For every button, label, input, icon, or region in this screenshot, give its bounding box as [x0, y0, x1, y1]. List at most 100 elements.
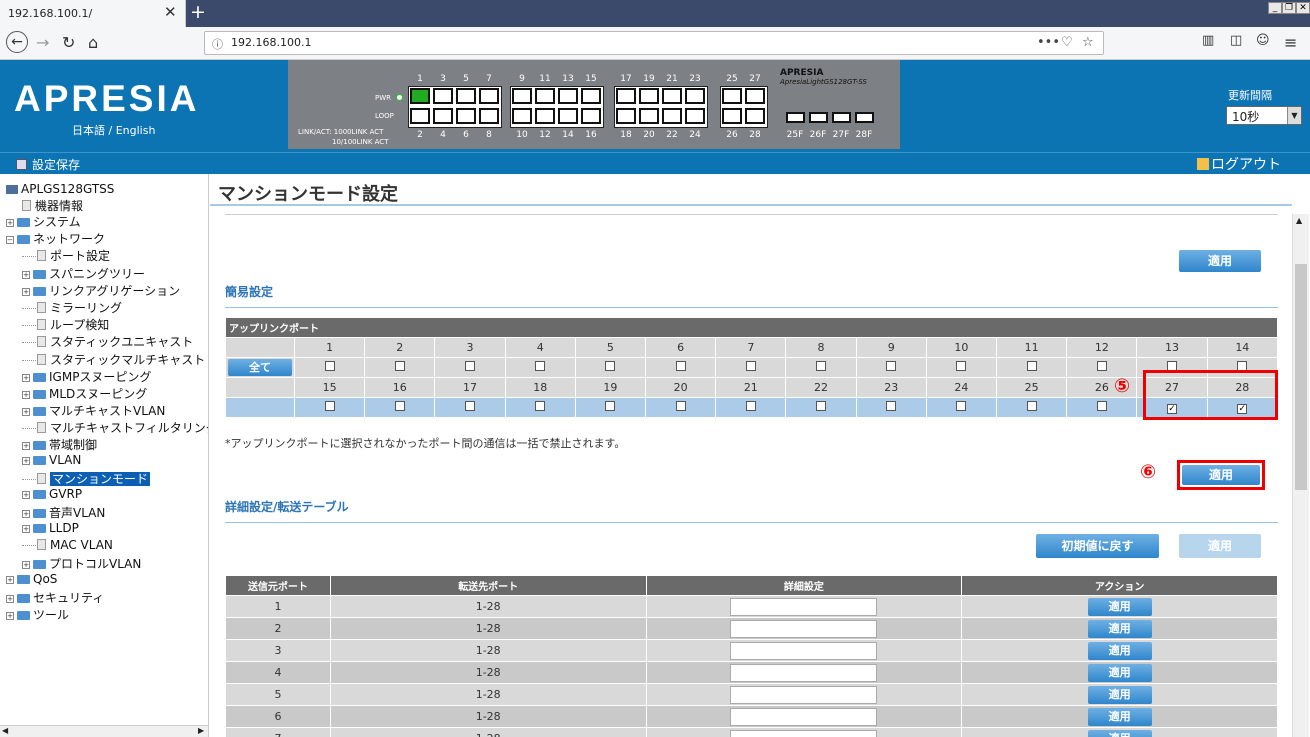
port-icon[interactable]: [479, 88, 499, 104]
sfp-port-icon[interactable]: [832, 112, 851, 123]
expand-icon[interactable]: +: [22, 408, 30, 416]
home-icon[interactable]: ⌂: [88, 33, 98, 52]
expand-icon[interactable]: +: [22, 374, 30, 382]
sidebar-item[interactable]: スタティックマルチキャスト: [22, 351, 205, 368]
port-checkbox[interactable]: [535, 361, 546, 371]
expand-icon[interactable]: +: [6, 219, 14, 227]
restore-icon[interactable]: ❐: [1282, 2, 1296, 14]
url-bar[interactable]: ⓘ 192.168.100.1 ••• ♡ ☆: [204, 31, 1104, 55]
sidebar-item[interactable]: + LLDP: [22, 521, 79, 535]
port-icon[interactable]: [639, 108, 659, 124]
sfp-port-icon[interactable]: [786, 112, 805, 123]
sidebar-item[interactable]: + スパニングツリー: [22, 265, 145, 282]
port-icon[interactable]: [512, 108, 532, 124]
port-checkbox[interactable]: [1096, 361, 1107, 371]
port-checkbox[interactable]: [675, 401, 686, 411]
port-icon[interactable]: [581, 88, 601, 104]
scroll-right-icon[interactable]: ▶: [198, 726, 204, 735]
expand-icon[interactable]: +: [22, 442, 30, 450]
back-icon[interactable]: ←: [6, 31, 28, 53]
sidebar-item[interactable]: スタティックユニキャスト: [22, 333, 193, 350]
sidebar-item[interactable]: + IGMPスヌーピング: [22, 368, 151, 385]
sidebar-item[interactable]: + QoS: [6, 572, 57, 586]
port-icon[interactable]: [685, 108, 705, 124]
expand-icon[interactable]: +: [22, 525, 30, 533]
row-apply-button[interactable]: 適用: [1087, 597, 1152, 616]
refresh-interval-select[interactable]: 10秒 ▼: [1226, 106, 1302, 125]
sidebar-item[interactable]: − ネットワーク: [6, 230, 105, 247]
expand-icon[interactable]: +: [6, 612, 14, 620]
port-checkbox[interactable]: [605, 361, 616, 371]
port-checkbox[interactable]: [675, 361, 686, 371]
reload-icon[interactable]: ↻: [62, 33, 75, 52]
port-checkbox[interactable]: [324, 361, 335, 371]
port-icon[interactable]: [662, 108, 682, 124]
sidebar-item[interactable]: APLGS128GTSS: [6, 182, 114, 196]
port-checkbox[interactable]: [745, 361, 756, 371]
sidebar-item[interactable]: ミラーリング: [22, 299, 122, 316]
scroll-thumb[interactable]: [1295, 264, 1307, 490]
port-checkbox[interactable]: [956, 401, 967, 411]
sidebar-item[interactable]: + ツール: [6, 606, 69, 623]
port-icon[interactable]: [616, 108, 636, 124]
new-tab-icon[interactable]: +: [190, 1, 206, 23]
pocket-icon[interactable]: ♡: [1061, 35, 1073, 50]
port-checkbox[interactable]: [886, 401, 897, 411]
port-icon[interactable]: [535, 108, 555, 124]
detail-input[interactable]: [730, 729, 878, 737]
detail-input[interactable]: [730, 597, 878, 616]
collapse-icon[interactable]: −: [6, 236, 14, 244]
row-apply-button[interactable]: 適用: [1087, 619, 1152, 638]
port-icon[interactable]: [479, 108, 499, 124]
main-vscrollbar[interactable]: ▲: [1292, 214, 1309, 737]
expand-icon[interactable]: +: [22, 510, 30, 518]
scroll-up-icon[interactable]: ▲: [1296, 216, 1302, 225]
expand-icon[interactable]: +: [22, 391, 30, 399]
sidebar-toggle-icon[interactable]: ◫: [1230, 33, 1242, 48]
sidebar-item[interactable]: + プロトコルVLAN: [22, 555, 141, 572]
apply-top-button[interactable]: 適用: [1179, 250, 1261, 272]
language-link[interactable]: 日本語 / English: [72, 122, 155, 138]
port-icon[interactable]: [433, 88, 453, 104]
sidebar-item[interactable]: + 帯域制御: [22, 436, 97, 453]
port-icon[interactable]: [722, 108, 742, 124]
detail-input[interactable]: [730, 619, 878, 638]
port-checkbox[interactable]: [324, 401, 335, 411]
expand-icon[interactable]: +: [6, 576, 14, 584]
port-icon[interactable]: [456, 88, 476, 104]
account-icon[interactable]: ☺: [1256, 33, 1270, 48]
sidebar-item[interactable]: + GVRP: [22, 487, 82, 501]
port-icon[interactable]: [410, 108, 430, 124]
port-checkbox[interactable]: [535, 401, 546, 411]
port-icon[interactable]: [456, 108, 476, 124]
sidebar-item[interactable]: 機器情報: [22, 197, 83, 214]
port-icon[interactable]: [410, 88, 430, 104]
apply-simple-button[interactable]: 適用: [1182, 465, 1260, 485]
port-icon[interactable]: [616, 88, 636, 104]
port-checkbox[interactable]: [886, 361, 897, 371]
select-all-button[interactable]: 全て: [228, 359, 292, 376]
save-config-button[interactable]: 設定保存: [16, 156, 80, 173]
port-checkbox[interactable]: [394, 401, 405, 411]
port-icon[interactable]: [685, 88, 705, 104]
minimize-icon[interactable]: _: [1268, 2, 1282, 14]
detail-input[interactable]: [730, 685, 878, 704]
row-apply-button[interactable]: 適用: [1087, 641, 1152, 660]
sidebar-item[interactable]: + 音声VLAN: [22, 504, 105, 521]
port-icon[interactable]: [722, 88, 742, 104]
row-apply-button[interactable]: 適用: [1087, 707, 1152, 726]
row-apply-button[interactable]: 適用: [1087, 729, 1152, 737]
expand-icon[interactable]: +: [22, 561, 30, 569]
port-icon[interactable]: [558, 88, 578, 104]
port-icon[interactable]: [745, 108, 765, 124]
port-icon[interactable]: [581, 108, 601, 124]
expand-icon[interactable]: +: [22, 288, 30, 296]
detail-input[interactable]: [730, 663, 878, 682]
expand-icon[interactable]: +: [6, 595, 14, 603]
port-checkbox[interactable]: [816, 361, 827, 371]
port-icon[interactable]: [639, 88, 659, 104]
menu-icon[interactable]: ≡: [1284, 33, 1297, 52]
sidebar-item[interactable]: マンションモード: [22, 470, 151, 487]
port-checkbox[interactable]: [816, 401, 827, 411]
browser-tab[interactable]: 192.168.100.1/ ✕: [0, 0, 186, 27]
